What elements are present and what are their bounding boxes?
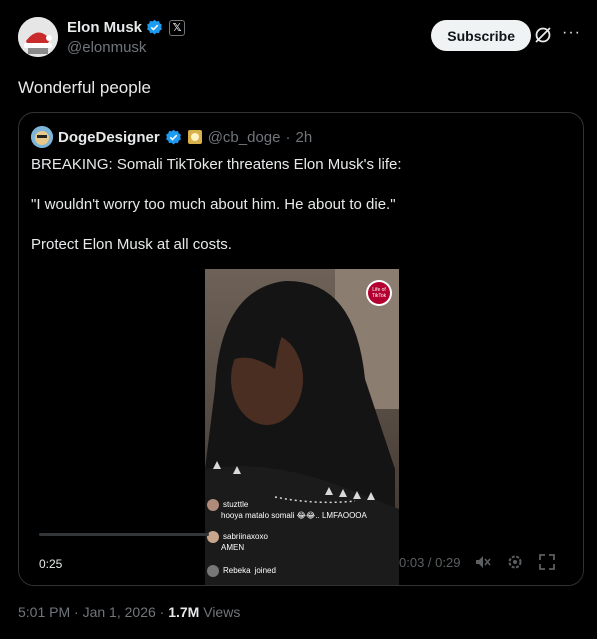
author-avatar[interactable] (18, 17, 58, 57)
meta-separator: · (74, 604, 79, 620)
quote-line: "I wouldn't worry too much about him. He… (31, 196, 396, 213)
quote-line: BREAKING: Somali TikToker threatens Elon… (31, 156, 402, 173)
verified-badge-icon (147, 19, 162, 35)
author-names: Elon Musk 𝕏 @elonmusk (67, 19, 186, 56)
tweet-meta: 5:01 PM · Jan 1, 2026 · 1.7M Views (18, 604, 240, 620)
commenter-avatar (207, 565, 219, 577)
quote-separator: · (285, 128, 291, 146)
comment-text: joined (254, 566, 276, 575)
video-player[interactable]: Life of TikTok stuzttle hooya matalo som… (19, 267, 583, 585)
post-time[interactable]: 5:01 PM (18, 604, 70, 620)
video-time-readout: 0:03 / 0:29 (399, 554, 461, 570)
quote-author-handle[interactable]: @cb_doge (208, 129, 281, 146)
more-options-icon[interactable]: ··· (562, 24, 581, 42)
comment-user: Rebeka (223, 566, 251, 575)
commenter-avatar (207, 499, 219, 511)
mute-icon[interactable] (474, 553, 492, 571)
views-label: Views (203, 604, 241, 620)
comment-text: AMEN (221, 543, 245, 552)
grok-icon[interactable] (533, 25, 553, 45)
tweet-header: Elon Musk 𝕏 @elonmusk Subscribe ··· (18, 14, 583, 62)
video-frame[interactable]: Life of TikTok stuzttle hooya matalo som… (205, 269, 399, 585)
subscribe-button[interactable]: Subscribe (431, 20, 531, 51)
quote-author-name[interactable]: DogeDesigner (58, 129, 160, 146)
quoted-tweet[interactable]: DogeDesigner @cb_doge · 2h BREAKING: Som… (18, 112, 584, 586)
quote-line: Protect Elon Musk at all costs. (31, 236, 232, 253)
settings-gear-icon[interactable] (506, 553, 524, 571)
post-date[interactable]: Jan 1, 2026 (83, 604, 156, 620)
quote-author-avatar[interactable] (31, 126, 53, 148)
x-affiliation-badge: 𝕏 (169, 19, 186, 36)
affiliate-badge-icon (187, 130, 202, 144)
comment-text: hooya matalo somali 😂😂.. LMFAOOOA (221, 511, 367, 520)
meta-separator: · (159, 604, 165, 620)
fullscreen-icon[interactable] (538, 553, 556, 571)
views-count: 1.7M (168, 604, 200, 620)
video-progress-bar[interactable] (39, 533, 209, 536)
video-controls: 0:03 / 0:29 (399, 553, 556, 571)
quote-body: BREAKING: Somali TikToker threatens Elon… (31, 155, 571, 275)
author-handle[interactable]: @elonmusk (67, 39, 185, 56)
comment-user: stuzttle (223, 500, 249, 509)
live-comments: stuzttle hooya matalo somali 😂😂.. LMFAOO… (205, 499, 367, 577)
tweet-text: Wonderful people (18, 78, 151, 97)
author-name[interactable]: Elon Musk (67, 19, 142, 36)
quote-age[interactable]: 2h (295, 129, 312, 146)
verified-badge-icon (165, 129, 181, 144)
quote-header: DogeDesigner @cb_doge · 2h (31, 126, 312, 148)
video-elapsed-time: 0:25 (39, 557, 63, 571)
tiktok-watermark: Life of TikTok (371, 287, 387, 299)
comment-user: sabriinaxoxo (223, 532, 268, 541)
